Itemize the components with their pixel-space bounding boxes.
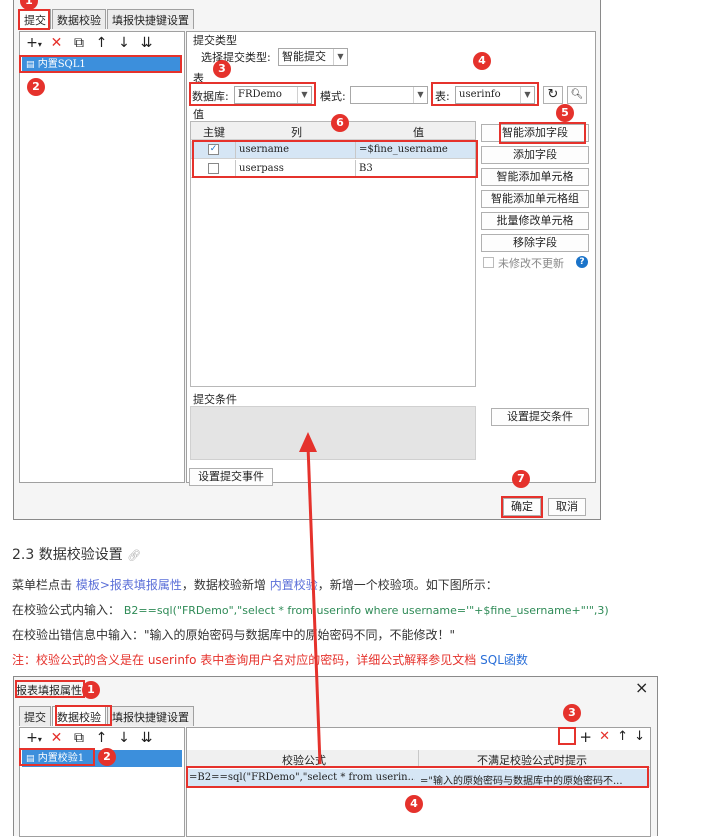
highlight-field-rows — [192, 140, 478, 178]
step-badge-3: 3 — [563, 704, 581, 722]
refresh-icon[interactable]: ↻ — [543, 86, 563, 104]
chevron-down-icon: ▼ — [413, 87, 427, 103]
tab-shortcut-settings[interactable]: 填报快捷键设置 — [107, 706, 194, 726]
move-down-icon[interactable]: ↓ — [116, 730, 132, 746]
tab-submit[interactable]: 提交 — [19, 706, 51, 726]
builtin-check-link[interactable]: 内置校验 — [270, 578, 318, 592]
smart-add-cell-button[interactable]: 智能添加单元格 — [481, 168, 589, 186]
formula-code: B2==sql("FRDemo","select * from userinfo… — [123, 604, 609, 617]
copy-icon[interactable]: ⧉ — [71, 730, 87, 746]
highlight-database — [189, 82, 316, 106]
delete-icon[interactable]: ✕ — [49, 35, 65, 51]
schema-label: 模式: — [320, 90, 346, 103]
add-field-button[interactable]: 添加字段 — [481, 146, 589, 164]
batch-modify-cell-button[interactable]: 批量修改单元格 — [481, 212, 589, 230]
step-badge-3: 3 — [213, 60, 231, 78]
article-note: 注：校验公式的含义是在 userinfo 表中查询用户名对应的密码，详细公式解释… — [12, 653, 528, 667]
set-submit-event-button[interactable]: 设置提交事件 — [189, 468, 273, 486]
step-badge-2: 2 — [98, 748, 116, 766]
submit-condition-area — [190, 406, 476, 460]
article-line-2: 在校验公式内输入： B2==sql("FRDemo","select * fro… — [12, 603, 609, 617]
article-line-1: 菜单栏点击 模板>报表填报属性，数据校验新增 内置校验，新增一个校验项。如下图所… — [12, 578, 498, 592]
tree-toolbar: +▾ ✕ ⧉ ↑ ↓ ⇊ — [26, 35, 158, 53]
fill-properties-dialog: 报表填报属性 1 × 提交 数据校验 填报快捷键设置 +▾ ✕ ⧉ ↑ ↓ ⇊ … — [13, 676, 658, 837]
tab-shortcut-settings[interactable]: 填报快捷键设置 — [107, 9, 194, 29]
close-icon[interactable]: × — [635, 678, 648, 697]
cancel-button[interactable]: 取消 — [548, 498, 586, 516]
highlight-table — [431, 82, 539, 106]
step-badge-7: 7 — [512, 470, 530, 488]
help-icon[interactable]: ? — [576, 256, 588, 268]
preview-icon[interactable]: 🔍︎ — [567, 86, 587, 104]
schema-select[interactable]: ▼ — [350, 86, 428, 104]
step-badge-4: 4 — [405, 795, 423, 813]
highlight-validation-row — [186, 766, 649, 788]
step-badge-4: 4 — [473, 52, 491, 70]
add-icon[interactable]: +▾ — [26, 730, 42, 746]
submit-dialog: 提交 数据校验 填报快捷键设置 1 +▾ ✕ ⧉ ↑ ↓ ⇊ ▤ 内置SQL1 … — [13, 0, 601, 520]
move-down-icon[interactable]: ↓ — [116, 35, 132, 51]
step-badge-5: 5 — [556, 104, 574, 122]
highlight-smart-add — [499, 122, 586, 144]
menu-path-link[interactable]: 模板>报表填报属性 — [76, 578, 182, 592]
step-badge-6: 6 — [331, 114, 349, 132]
add-icon[interactable]: +▾ — [26, 35, 42, 51]
set-submit-condition-button[interactable]: 设置提交条件 — [491, 408, 589, 426]
submit-type-section: 提交类型 — [193, 34, 237, 47]
delete-icon[interactable]: ✕ — [49, 730, 65, 746]
section-heading: 2.3 数据校验设置 🔗︎ — [12, 547, 142, 563]
sql-function-link[interactable]: SQL函数 — [480, 653, 528, 667]
submit-type-label: 选择提交类型: — [201, 51, 271, 64]
column-header-key: 主键 — [203, 126, 225, 139]
remove-field-button[interactable]: 移除字段 — [481, 234, 589, 252]
value-section: 值 — [193, 108, 204, 121]
chevron-down-icon: ▼ — [333, 49, 347, 65]
add-validation-icon[interactable]: + — [579, 729, 592, 745]
delete-icon[interactable]: ✕ — [599, 729, 610, 744]
left-tree-panel: +▾ ✕ ⧉ ↑ ↓ ⇊ ▤ 内置SQL1 — [19, 31, 185, 483]
no-update-checkbox[interactable] — [483, 257, 494, 268]
step-badge-1: 1 — [82, 681, 100, 699]
article-line-3: 在校验出错信息中输入："输入的原始密码与数据库中的原始密码不同，不能修改！" — [12, 628, 456, 642]
move-up-icon[interactable]: ↑ — [617, 729, 628, 744]
tree-toolbar: +▾ ✕ ⧉ ↑ ↓ ⇊ — [26, 730, 158, 746]
anchor-link-icon[interactable]: 🔗︎ — [127, 549, 141, 562]
validation-tree-panel: +▾ ✕ ⧉ ↑ ↓ ⇊ ▤ 内置校验1 — [19, 727, 185, 837]
column-header-value: 值 — [413, 126, 424, 139]
highlight-ok — [501, 496, 543, 518]
highlight-add-validation — [558, 727, 576, 745]
step-badge-2: 2 — [27, 78, 45, 96]
sort-icon[interactable]: ⇊ — [139, 35, 155, 51]
highlight-tree-item — [19, 55, 182, 73]
move-down-icon[interactable]: ↓ — [634, 729, 645, 744]
tab-data-validation[interactable]: 数据校验 — [52, 9, 106, 29]
column-header-column: 列 — [291, 126, 302, 139]
highlight-validation-tab — [55, 705, 112, 726]
sort-icon[interactable]: ⇊ — [139, 730, 155, 746]
highlight-dialog-title — [15, 680, 85, 698]
highlight-submit-tab — [18, 9, 50, 30]
move-up-icon[interactable]: ↑ — [94, 730, 110, 746]
highlight-validation-item — [19, 748, 95, 766]
submit-condition-section: 提交条件 — [193, 393, 237, 406]
copy-icon[interactable]: ⧉ — [71, 35, 87, 51]
no-update-label: 未修改不更新 — [498, 257, 564, 270]
smart-add-cell-group-button[interactable]: 智能添加单元格组 — [481, 190, 589, 208]
submit-type-select[interactable]: 智能提交 ▼ — [278, 48, 348, 66]
move-up-icon[interactable]: ↑ — [94, 35, 110, 51]
